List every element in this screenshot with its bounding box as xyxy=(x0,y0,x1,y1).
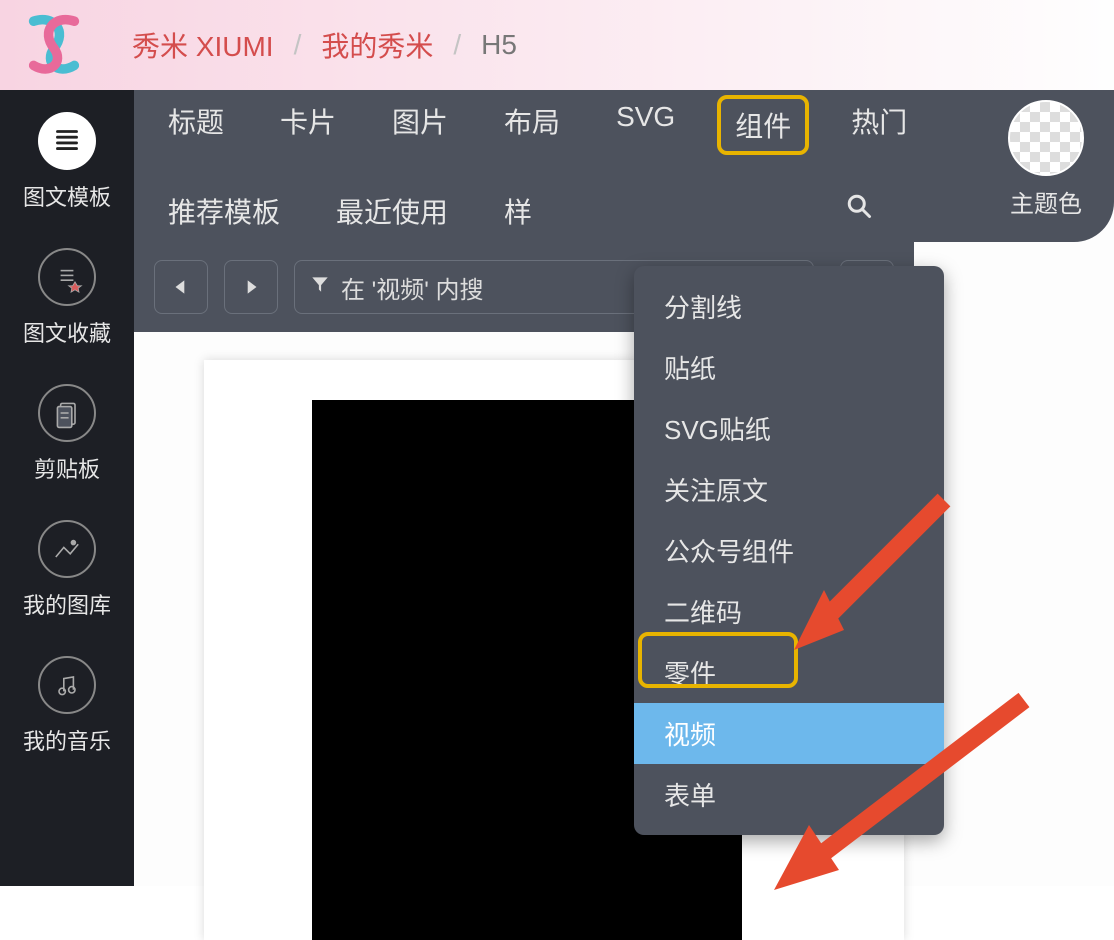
breadcrumb-brand[interactable]: 秀米 XIUMI xyxy=(122,25,284,65)
dd-item-form[interactable]: 表单 xyxy=(634,764,944,825)
sidebar-item-label: 我的图库 xyxy=(23,588,111,620)
template-icon xyxy=(38,112,96,170)
clipboard-icon xyxy=(38,384,96,442)
tab-svg[interactable]: SVG xyxy=(602,95,689,155)
tab-layout[interactable]: 布局 xyxy=(490,95,574,155)
favorite-icon xyxy=(38,248,96,306)
dd-item-video[interactable]: 视频 xyxy=(634,703,944,764)
dd-item-follow[interactable]: 关注原文 xyxy=(634,459,944,520)
tab-image[interactable]: 图片 xyxy=(378,95,462,155)
tab-title[interactable]: 标题 xyxy=(154,95,238,155)
sidebar-item-images[interactable]: 我的图库 xyxy=(0,502,134,638)
breadcrumb-sep: / xyxy=(443,29,471,61)
breadcrumb-sep: / xyxy=(284,29,312,61)
sidebar-item-label: 剪贴板 xyxy=(34,452,100,484)
sidebar-item-clipboard[interactable]: 剪贴板 xyxy=(0,366,134,502)
tab-card[interactable]: 卡片 xyxy=(266,95,350,155)
breadcrumb-bar: 秀米 XIUMI / 我的秀米 / H5 xyxy=(0,0,1114,90)
sidebar-item-templates[interactable]: 图文模板 xyxy=(0,104,134,230)
image-library-icon xyxy=(38,520,96,578)
main-panel: 标题 卡片 图片 布局 SVG 组件 热门 推荐模板 最近使用 样 主题色 xyxy=(134,90,1114,886)
sidebar-item-label: 图文收藏 xyxy=(23,316,111,348)
breadcrumb-mine[interactable]: 我的秀米 xyxy=(311,25,443,65)
component-dropdown: 分割线 贴纸 SVG贴纸 关注原文 公众号组件 二维码 零件 视频 表单 xyxy=(634,266,944,835)
dd-item-parts[interactable]: 零件 xyxy=(634,642,944,703)
tab-recent[interactable]: 最近使用 xyxy=(322,185,462,237)
dd-item-qrcode[interactable]: 二维码 xyxy=(634,581,944,642)
tab-recommend[interactable]: 推荐模板 xyxy=(154,185,294,237)
filter-icon xyxy=(309,273,331,302)
nav-back-button[interactable] xyxy=(154,260,208,314)
sidebar-item-favorites[interactable]: 图文收藏 xyxy=(0,230,134,366)
sidebar-item-music[interactable]: 我的音乐 xyxy=(0,638,134,774)
tab-sample[interactable]: 样 xyxy=(490,185,546,237)
dd-item-divider[interactable]: 分割线 xyxy=(634,276,944,337)
tab-row: 标题 卡片 图片 布局 SVG 组件 热门 推荐模板 最近使用 样 xyxy=(134,90,1114,242)
theme-label: 主题色 xyxy=(1010,184,1082,219)
nav-forward-button[interactable] xyxy=(224,260,278,314)
music-icon xyxy=(38,656,96,714)
tab-component[interactable]: 组件 xyxy=(717,95,809,155)
tab-hot[interactable]: 热门 xyxy=(837,95,921,155)
theme-color-block[interactable]: 主题色 xyxy=(1008,100,1084,219)
search-icon[interactable] xyxy=(834,185,884,237)
dd-item-sticker[interactable]: 贴纸 xyxy=(634,337,944,398)
dd-item-svgsticker[interactable]: SVG贴纸 xyxy=(634,398,944,459)
search-placeholder: 在 '视频' 内搜 xyxy=(341,270,484,305)
sidebar-item-label: 我的音乐 xyxy=(23,724,111,756)
breadcrumb-leaf: H5 xyxy=(471,29,527,61)
theme-swatch[interactable] xyxy=(1008,100,1084,176)
app-logo[interactable] xyxy=(20,11,100,79)
dd-item-gongzhonghao[interactable]: 公众号组件 xyxy=(634,520,944,581)
sidebar-item-label: 图文模板 xyxy=(23,180,111,212)
sidebar: 图文模板 图文收藏 剪贴板 我的图库 我的音乐 xyxy=(0,90,134,886)
